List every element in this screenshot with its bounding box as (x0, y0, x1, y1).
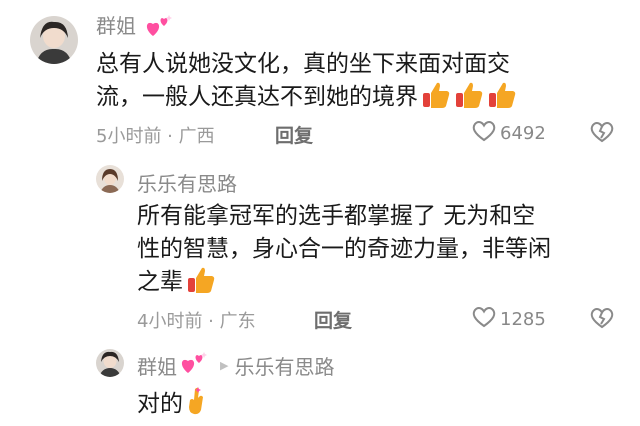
dislike-button[interactable] (589, 120, 615, 148)
thumbs-up-emoji-icon (454, 81, 484, 119)
avatar[interactable] (96, 165, 124, 193)
avatar[interactable] (96, 349, 124, 377)
thumbs-up-emoji-icon (421, 81, 451, 119)
heart-outline-icon (471, 119, 497, 147)
reply-button[interactable]: 回复 (314, 306, 352, 333)
heart-sparkle-emoji-icon (145, 14, 173, 43)
heart-outline-icon (471, 305, 497, 333)
comment-time-location: 5小时前 · 广西 (96, 126, 215, 147)
thumbs-up-emoji-icon (487, 81, 517, 119)
comment-text: 总有人说她没文化，真的坐下来面对面交 流，一般人还真达不到她的境界 (96, 48, 517, 119)
like-count: 1285 (500, 308, 546, 330)
avatar[interactable] (30, 16, 78, 64)
like-count: 6492 (500, 122, 546, 144)
reply-text-line: 之辈 (137, 266, 551, 304)
reply-text-line: 所有能拿冠军的选手都掌握了 无为和空 (137, 203, 536, 229)
broken-heart-icon (589, 306, 615, 334)
dislike-button[interactable] (589, 306, 615, 334)
reply-to-name[interactable]: 乐乐有思路 (234, 351, 334, 380)
comment-text-line: 流，一般人还真达不到她的境界 (96, 81, 517, 119)
author-name: 群姐 (96, 14, 136, 38)
reply-text: 所有能拿冠军的选手都掌握了 无为和空 性的智慧，身心合一的奇迹力量，非等闲 之辈 (137, 200, 551, 304)
crossed-fingers-emoji-icon (186, 386, 206, 426)
broken-heart-icon (589, 120, 615, 148)
like-button[interactable]: 1285 (471, 305, 546, 333)
reply-button[interactable]: 回复 (275, 121, 313, 148)
author-name: 群姐 (137, 355, 177, 379)
reply-time-location: 4小时前 · 广东 (137, 311, 256, 332)
comment-text-line: 总有人说她没文化，真的坐下来面对面交 (96, 51, 510, 77)
reply-text-line: 性的智慧，身心合一的奇迹力量，非等闲 (137, 236, 551, 262)
comment-author[interactable]: 群姐 (96, 10, 173, 43)
heart-sparkle-emoji-icon (180, 351, 208, 380)
reply-text: 对的 (137, 386, 206, 426)
thumbs-up-emoji-icon (186, 266, 216, 304)
reply-author[interactable]: 乐乐有思路 (137, 168, 237, 197)
like-button[interactable]: 6492 (471, 119, 546, 147)
reply-to-arrow-icon: ▶ (220, 359, 229, 372)
reply-author[interactable]: 群姐 ▶ 乐乐有思路 (137, 351, 334, 380)
